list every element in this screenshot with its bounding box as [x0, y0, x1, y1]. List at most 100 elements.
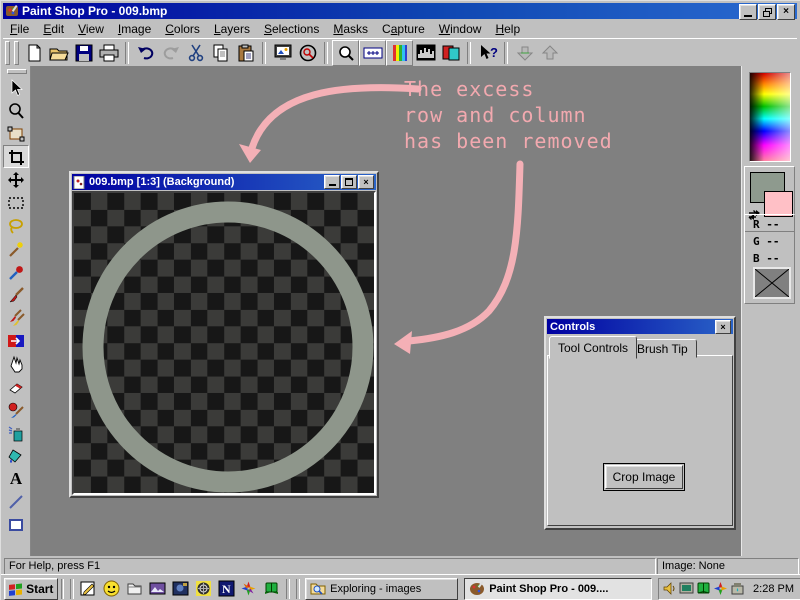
image-minimize-button[interactable]	[324, 175, 340, 189]
controls-palette[interactable]: Controls × Tool Controls Brush Tip Crop …	[544, 316, 736, 530]
psp-icon	[469, 581, 485, 596]
full-screen-preview-icon[interactable]	[270, 41, 295, 65]
menu-window[interactable]: Window	[432, 20, 489, 38]
context-help-icon[interactable]: ?	[475, 41, 500, 65]
color-picker-gradient[interactable]	[749, 72, 791, 162]
tool-eraser[interactable]	[3, 375, 29, 398]
tool-magic-wand[interactable]	[3, 237, 29, 260]
tool-picture-tube[interactable]	[3, 398, 29, 421]
quicklaunch-folder-icon[interactable]	[123, 578, 146, 600]
start-button[interactable]: Start	[4, 578, 58, 600]
ink-icon[interactable]	[730, 581, 745, 596]
zoom-toolbar-icon[interactable]	[332, 40, 359, 66]
quicklaunch-green-book-icon[interactable]	[260, 578, 283, 600]
undo-icon[interactable]	[133, 41, 158, 65]
normal-viewing-icon[interactable]	[359, 40, 386, 66]
tool-mover[interactable]	[3, 168, 29, 191]
tool-shape[interactable]	[3, 513, 29, 536]
menu-edit[interactable]: Edit	[36, 20, 71, 38]
tool-controls-page: Crop Image	[547, 355, 733, 526]
toolbar-separator	[125, 42, 129, 64]
pinwheel-icon[interactable]	[713, 581, 728, 596]
controls-close-button[interactable]: ×	[715, 320, 731, 334]
tab-brush-tip[interactable]: Brush Tip	[628, 339, 697, 358]
tab-tool-controls[interactable]: Tool Controls	[549, 336, 637, 359]
task-paint-shop-pro[interactable]: Paint Shop Pro - 009....	[464, 578, 651, 600]
layer-palette-icon[interactable]	[438, 41, 463, 65]
taskbar-separator	[296, 579, 300, 599]
tool-paintbrush[interactable]	[3, 283, 29, 306]
tool-arrow[interactable]	[3, 76, 29, 99]
quicklaunch-camera-icon[interactable]	[169, 578, 192, 600]
quicklaunch-picture-icon[interactable]	[146, 578, 169, 600]
tool-freehand[interactable]	[3, 214, 29, 237]
menu-masks[interactable]: Masks	[326, 20, 375, 38]
image-canvas[interactable]	[72, 191, 376, 495]
arrow-up-icon[interactable]	[537, 41, 562, 65]
copy-icon[interactable]	[208, 41, 233, 65]
menu-layers[interactable]: Layers	[207, 20, 257, 38]
controls-title-bar[interactable]: Controls ×	[547, 319, 733, 334]
tool-color-replacer[interactable]	[3, 329, 29, 352]
display-icon[interactable]	[679, 581, 694, 596]
tool-deformation[interactable]	[3, 122, 29, 145]
image-close-button[interactable]: ×	[358, 175, 374, 189]
image-maximize-button[interactable]	[341, 175, 357, 189]
menu-view[interactable]: View	[71, 20, 111, 38]
app-icon	[5, 4, 19, 18]
task-exploring-images[interactable]: Exploring - images	[305, 578, 458, 600]
start-label: Start	[26, 582, 53, 596]
menu-colors[interactable]: Colors	[158, 20, 207, 38]
cut-icon[interactable]	[183, 41, 208, 65]
clock[interactable]: 2:28 PM	[753, 583, 797, 595]
quicklaunch-netscape-icon[interactable]: N	[215, 578, 238, 600]
histogram-icon[interactable]	[413, 41, 438, 65]
image-window[interactable]: 009.bmp [1:3] (Background) ×	[69, 171, 379, 498]
arrow-down-icon[interactable]	[512, 41, 537, 65]
toolbar-grip[interactable]	[5, 41, 10, 65]
open-icon[interactable]	[46, 41, 71, 65]
tool-clone-brush[interactable]	[3, 306, 29, 329]
status-bar: For Help, press F1 Image: None	[3, 556, 799, 575]
quicklaunch-pencil-pad-icon[interactable]	[77, 578, 100, 600]
color-palette-icon[interactable]	[386, 40, 413, 66]
minimize-button[interactable]	[739, 4, 757, 20]
toolbar-grip[interactable]	[14, 41, 19, 65]
browse-icon[interactable]	[295, 41, 320, 65]
volume-icon[interactable]	[662, 581, 677, 596]
tool-crop[interactable]	[3, 145, 29, 168]
quicklaunch-smiley-icon[interactable]	[100, 578, 123, 600]
print-icon[interactable]	[96, 41, 121, 65]
save-icon[interactable]	[71, 41, 96, 65]
tool-line[interactable]	[3, 490, 29, 513]
tool-selection[interactable]	[3, 191, 29, 214]
quicklaunch-compass-icon[interactable]	[192, 578, 215, 600]
controls-tabs: Tool Controls Brush Tip	[547, 336, 733, 357]
menu-image[interactable]: Image	[111, 20, 158, 38]
paste-icon[interactable]	[233, 41, 258, 65]
menu-selections[interactable]: Selections	[257, 20, 326, 38]
menu-file[interactable]: File	[3, 20, 36, 38]
tool-text[interactable]: A	[3, 467, 29, 490]
quicklaunch-pinwheel-icon[interactable]	[238, 578, 261, 600]
tool-retouch[interactable]	[3, 352, 29, 375]
menu-help[interactable]: Help	[488, 20, 527, 38]
redo-icon[interactable]	[158, 41, 183, 65]
tool-dropper[interactable]	[3, 260, 29, 283]
tool-flood-fill[interactable]	[3, 444, 29, 467]
text-tool-letter: A	[10, 470, 22, 487]
book-icon[interactable]	[696, 581, 711, 596]
menu-capture[interactable]: Capture	[375, 20, 432, 38]
image-window-title-bar[interactable]: 009.bmp [1:3] (Background) ×	[72, 174, 376, 190]
crop-image-button[interactable]: Crop Image	[603, 463, 685, 491]
tool-airbrush[interactable]	[3, 421, 29, 444]
tool-palette: A	[3, 66, 31, 556]
restore-button[interactable]	[758, 4, 776, 20]
title-bar[interactable]: Paint Shop Pro - 009.bmp ×	[3, 3, 797, 19]
tool-zoom[interactable]	[3, 99, 29, 122]
new-icon[interactable]	[21, 41, 46, 65]
b-value: B --	[753, 252, 794, 266]
close-button[interactable]: ×	[777, 4, 795, 20]
palette-grip[interactable]	[7, 69, 27, 74]
taskbar-separator	[61, 579, 65, 599]
